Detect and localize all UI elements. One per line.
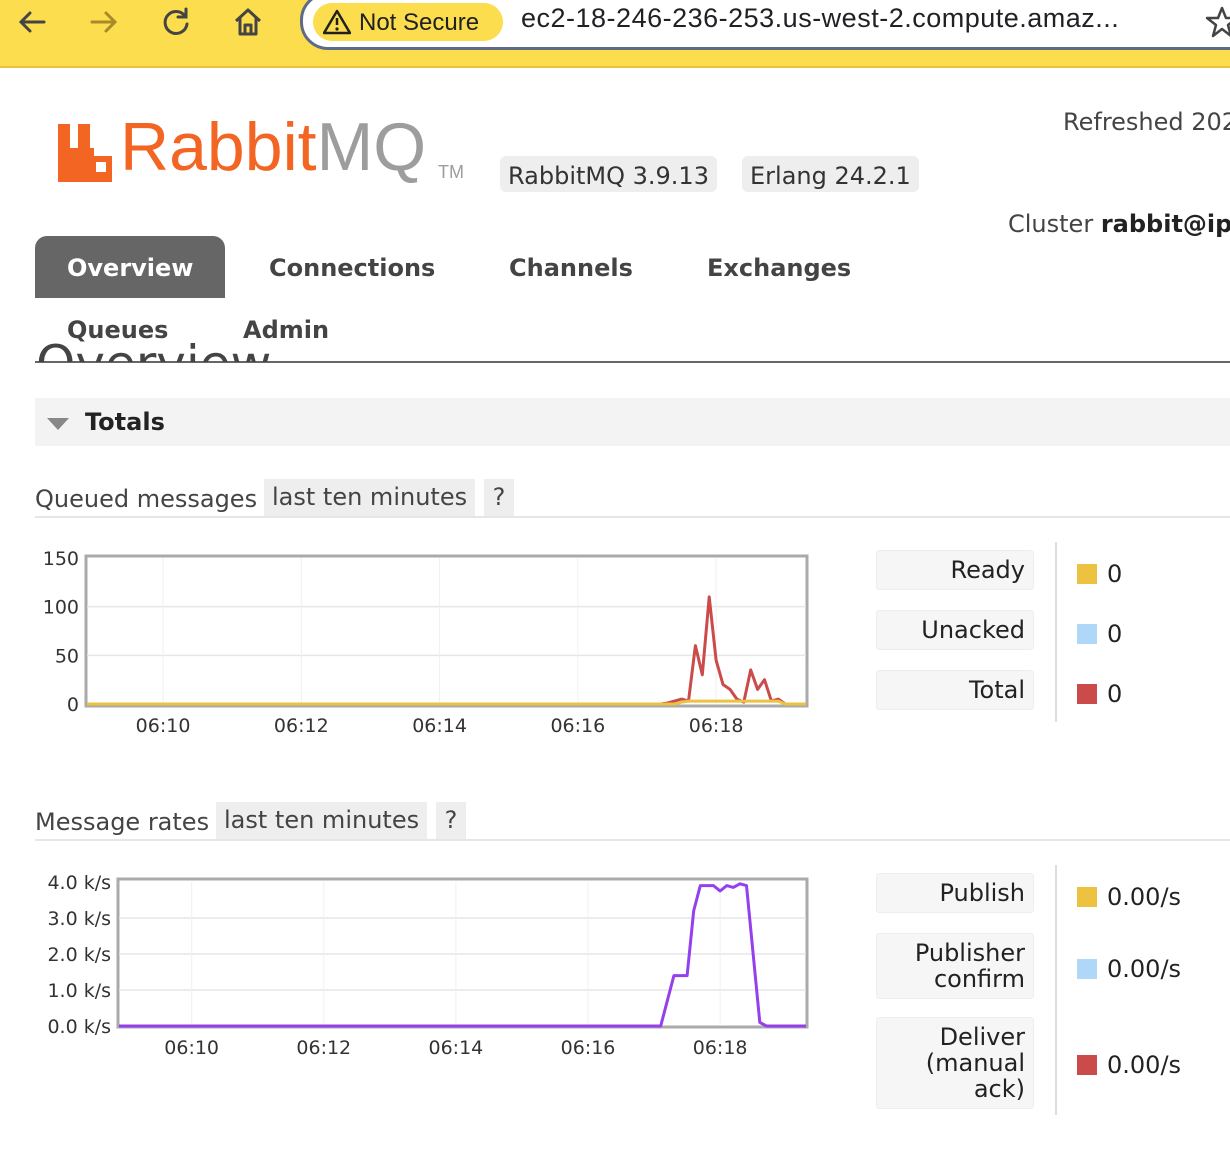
- legend-publisher-confirm-swatch: [1077, 959, 1097, 979]
- x-tick-label: 06:18: [693, 1037, 748, 1059]
- refreshed-text[interactable]: Refreshed 202: [1063, 108, 1230, 136]
- chart-plot-area: [116, 877, 809, 1029]
- bookmark-star-icon[interactable]: [1204, 4, 1230, 40]
- cluster-info: Cluster rabbit@ip: [1008, 210, 1230, 238]
- legend-publisher-confirm-value: 0.00/s: [1107, 955, 1182, 983]
- x-tick-label: 06:10: [164, 1037, 219, 1059]
- legend-deliver-manual-ack-value: 0.00/s: [1107, 1051, 1182, 1079]
- x-tick-label: 06:14: [429, 1037, 484, 1059]
- legend-divider: [1055, 542, 1057, 722]
- legend-publish-swatch: [1077, 887, 1097, 907]
- legend-unacked-label[interactable]: Unacked: [876, 610, 1034, 650]
- legend-total-value: 0: [1107, 680, 1123, 708]
- legend-ready-swatch: [1077, 564, 1097, 584]
- legend-divider: [1055, 865, 1057, 1115]
- legend-ready-label[interactable]: Ready: [876, 550, 1034, 590]
- y-tick-label: 2.0 k/s: [47, 944, 111, 966]
- legend-unacked-swatch: [1077, 624, 1097, 644]
- message-rates-chart: 0.0 k/s 1.0 k/s 2.0 k/s 3.0 k/s 4.0 k/s 06:1…: [47, 872, 809, 1059]
- x-tick-label: 06:16: [561, 1037, 616, 1059]
- legend-deliver-manual-ack-label[interactable]: Deliver (manual ack): [876, 1017, 1034, 1109]
- y-tick-label: 0.0 k/s: [47, 1016, 111, 1038]
- legend-unacked-value: 0: [1107, 620, 1123, 648]
- legend-publish-label[interactable]: Publish: [876, 873, 1034, 913]
- legend-publisher-confirm-label[interactable]: Publisher confirm: [876, 933, 1034, 999]
- legend-deliver-manual-ack-swatch: [1077, 1055, 1097, 1075]
- legend-total-swatch: [1077, 684, 1097, 704]
- x-tick-label: 06:12: [296, 1037, 351, 1059]
- cluster-name: rabbit@ip: [1100, 210, 1230, 238]
- legend-total-label[interactable]: Total: [876, 670, 1034, 710]
- legend-publish-value: 0.00/s: [1107, 883, 1182, 911]
- legend-ready-value: 0: [1107, 560, 1123, 588]
- y-tick-label: 3.0 k/s: [47, 908, 111, 930]
- y-tick-label: 4.0 k/s: [47, 872, 111, 894]
- y-tick-label: 1.0 k/s: [47, 980, 111, 1002]
- cluster-label: Cluster: [1008, 210, 1094, 238]
